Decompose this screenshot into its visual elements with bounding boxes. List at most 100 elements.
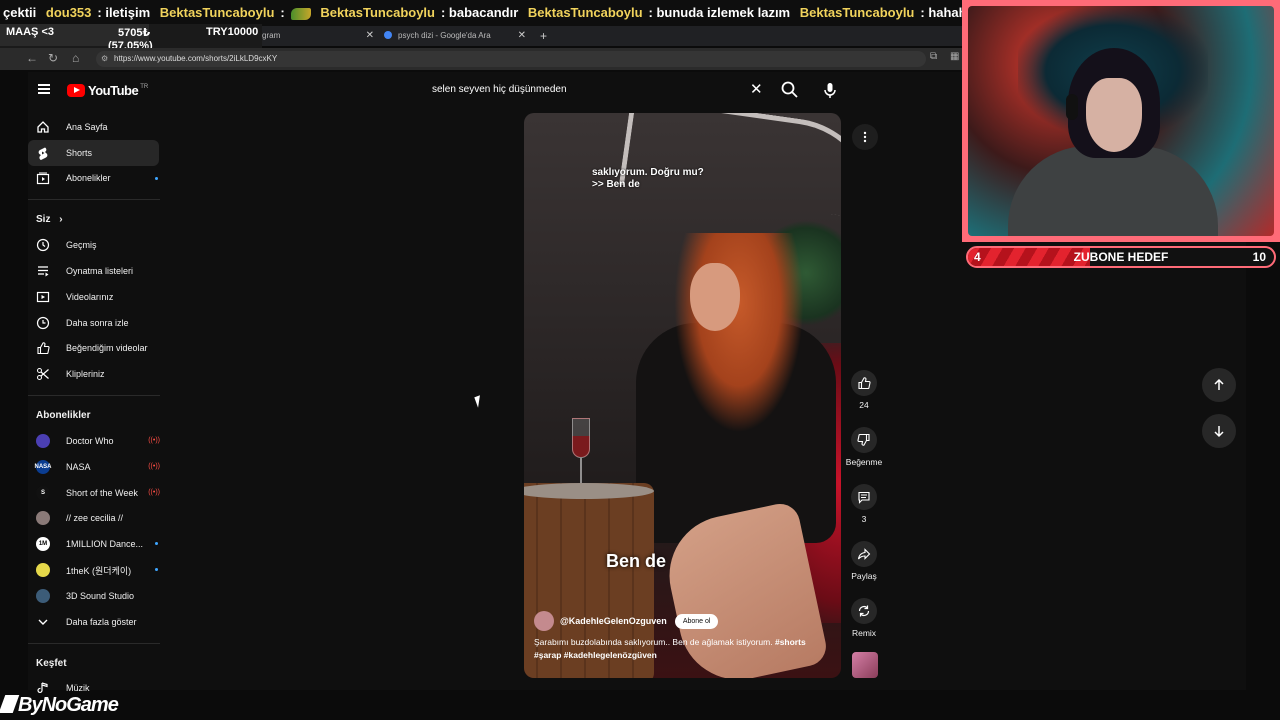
remix-label: Remix [851, 628, 877, 638]
ticker-message: : hahahahahah [920, 5, 962, 20]
share-button[interactable]: Paylaş [844, 541, 884, 581]
share-icon [851, 541, 877, 567]
sidebar-item-home[interactable]: Ana Sayfa [28, 114, 168, 140]
video-person [674, 233, 804, 433]
hashtag[interactable]: #shorts [775, 637, 806, 647]
next-short-button[interactable] [1202, 414, 1236, 448]
new-content-dot [155, 176, 158, 180]
close-icon[interactable]: ✕ [366, 28, 374, 44]
search-box[interactable]: selen seyven hiç düşünmeden ✕ [420, 76, 808, 104]
sidebar-subscription[interactable]: Doctor Who ((•)) [28, 428, 168, 454]
sidebar-subscription[interactable]: 1theK (원더케이) [28, 557, 168, 583]
show-more-label: Daha fazla göster [66, 616, 137, 627]
ticker-user: dou353 [45, 5, 92, 20]
sidebar-item-label: Beğendiğim videolar [66, 343, 148, 354]
close-icon[interactable]: ✕ [518, 28, 526, 44]
browser-tab[interactable]: psych dizi - Google'da Ara ✕ [384, 28, 526, 44]
emote-icon [290, 7, 311, 20]
sidebar-item-your-videos[interactable]: Videolarınız [28, 284, 168, 310]
channel-handle[interactable]: @KadehleGelenOzguven [560, 616, 667, 626]
sidebar-item-subscriptions[interactable]: Abonelikler [28, 166, 168, 192]
sidebar-item-label: Müzik [66, 683, 90, 694]
channel-name: Short of the Week [66, 487, 138, 498]
search-icon[interactable] [780, 80, 800, 100]
channel-avatar[interactable] [534, 611, 554, 631]
sidebar-subscription[interactable]: S Short of the Week ((•)) [28, 480, 168, 506]
search-query[interactable]: selen seyven hiç düşünmeden [432, 84, 567, 95]
subscribe-button[interactable]: Abone ol [674, 613, 719, 629]
caption-line: saklıyorum. Doğru mu? [592, 167, 704, 178]
hashtag[interactable]: #kadehlegelenözgüven [564, 650, 657, 660]
goal-target: 10 [1252, 250, 1266, 264]
channel-name: 3D Sound Studio [66, 590, 135, 601]
salary-label: MAAŞ <3 [6, 26, 54, 38]
sidebar-item-watch-later[interactable]: Daha sonra izle [28, 310, 168, 336]
shorts-video-player[interactable]: saklıyorum. Doğru mu? >> Ben de Ben de @… [524, 113, 841, 678]
address-bar[interactable]: ⚙ https://www.youtube.com/shorts/2iLkLD9… [96, 51, 926, 67]
extension-icon[interactable]: ⧉ [930, 51, 937, 62]
like-icon [851, 370, 877, 396]
window-icon[interactable]: ▦ [950, 51, 959, 62]
webcam-feed [968, 6, 1274, 236]
salary-goal-widget: MAAŞ <3 5705₺ TRY10000 (57.05%) [0, 24, 262, 52]
sidebar-item-label: Daha sonra izle [66, 317, 129, 328]
sidebar-item-history[interactable]: Geçmiş [28, 232, 168, 258]
salary-current: 5705₺ [118, 27, 151, 39]
channel-avatar: NASA [35, 459, 52, 474]
reload-icon[interactable]: ↻ [48, 51, 58, 65]
chevron-down-icon [36, 615, 50, 629]
dislike-button[interactable]: Beğenme [844, 427, 884, 467]
chat-ticker: çektii dou353: iletişim BektasTuncaboylu… [0, 0, 962, 26]
tab-title: psych dizi - Google'da Ara [398, 31, 491, 40]
new-content-dot [155, 542, 158, 546]
home-browser-icon[interactable]: ⌂ [72, 51, 79, 65]
channel-avatar: S [36, 485, 50, 500]
channel-name: // zee cecilia // [66, 513, 124, 524]
channel-name: Doctor Who [66, 436, 114, 447]
sidebar-subscription[interactable]: // zee cecilia // [28, 506, 168, 532]
sidebar-item-label: Shorts [66, 147, 93, 158]
hashtag[interactable]: #şarap [534, 650, 561, 660]
show-more-button[interactable]: Daha fazla göster [28, 609, 168, 635]
sidebar-subscription[interactable]: 3D Sound Studio [28, 583, 168, 609]
logo-country: TR [140, 83, 149, 90]
sound-thumbnail[interactable] [852, 652, 878, 678]
sidebar-item-playlists[interactable]: Oynatma listeleri [28, 258, 168, 284]
clear-search-icon[interactable]: ✕ [750, 80, 763, 98]
channel-avatar: 1M [36, 537, 50, 552]
previous-short-button[interactable] [1202, 368, 1236, 402]
history-icon [36, 238, 50, 252]
streamer [1086, 78, 1142, 152]
playlists-icon [36, 264, 50, 278]
comment-icon [851, 484, 877, 510]
sidebar-item-label: Videolarınız [66, 291, 114, 302]
back-icon[interactable]: ← [26, 51, 38, 65]
browser-tab[interactable]: gram ✕ [262, 28, 374, 44]
video-subtitle: Ben de [606, 551, 667, 571]
streamer [1008, 146, 1218, 236]
you-section-title[interactable]: Siz › [28, 208, 168, 232]
comments-button[interactable]: 3 [844, 484, 884, 524]
menu-icon[interactable] [38, 84, 50, 94]
sidebar-item-label: Ana Sayfa [66, 121, 108, 132]
wine-glass [580, 458, 582, 483]
browser-tab-strip: gram ✕ psych dizi - Google'da Ara ✕ + [262, 26, 962, 46]
sidebar-item-liked-videos[interactable]: Beğendiğim videolar [28, 336, 168, 362]
video-person [690, 263, 740, 331]
url-text: https://www.youtube.com/shorts/2iLkLD9cx… [114, 54, 278, 63]
like-button[interactable]: 24 [844, 370, 884, 410]
chevron-right-icon: › [59, 214, 63, 226]
youtube-logo[interactable]: YouTube TR [67, 83, 148, 98]
sidebar-item-clips[interactable]: Klipleriniz [28, 361, 168, 387]
sidebar-item-shorts[interactable]: Shorts [28, 139, 159, 166]
site-info-icon[interactable]: ⚙ [101, 51, 108, 67]
liked-videos-icon [36, 341, 50, 355]
new-tab-button[interactable]: + [540, 28, 554, 44]
sidebar-subscription[interactable]: 1M 1MILLION Dance... [28, 531, 168, 557]
ticker-user: BektasTuncaboylu [159, 5, 275, 20]
sidebar-subscription[interactable]: NASA NASA ((•)) [28, 454, 168, 480]
brand-logo-icon [0, 695, 20, 713]
video-description[interactable]: Şarabımı buzdolabında saklıyorum.. Ben d… [534, 636, 824, 661]
remix-button[interactable]: Remix [844, 598, 884, 638]
voice-search-icon[interactable] [820, 80, 840, 100]
